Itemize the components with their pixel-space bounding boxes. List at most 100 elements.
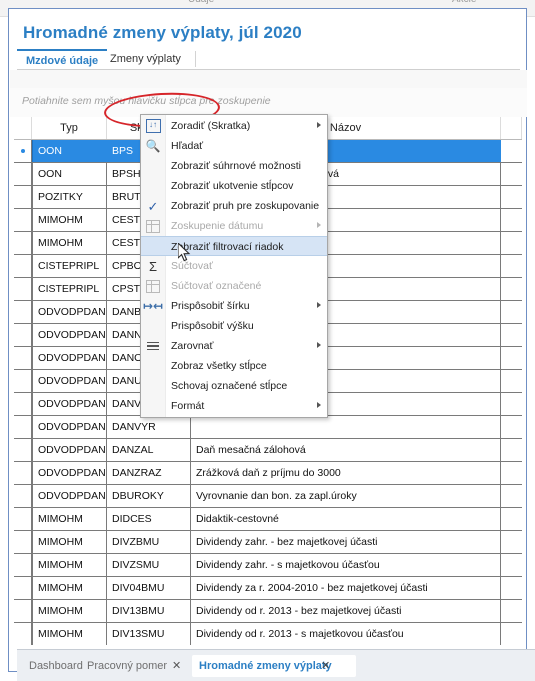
- row-indicator: [14, 324, 32, 346]
- cell-typ[interactable]: ODVODPDANE: [32, 462, 107, 484]
- cell-nazov[interactable]: Zrážková daň z príjmu do 3000: [191, 462, 501, 484]
- cell-nazov[interactable]: Didaktik-cestovné: [191, 508, 501, 530]
- table-row[interactable]: MIMOHM DIV04BMU Dividendy za r. 2004-2010 …: [14, 577, 522, 600]
- cell-typ[interactable]: ODVODPDANE: [32, 439, 107, 461]
- chevron-right-icon: [317, 402, 321, 408]
- cell-nazov[interactable]: Dividendy zahr. - s majetkovou účasťou: [191, 554, 501, 576]
- row-indicator: [14, 577, 32, 599]
- cell-skratka[interactable]: DANZAL: [107, 439, 191, 461]
- table-row[interactable]: ODVODPDANE DBUROKY Vyrovnanie dan bon. za …: [14, 485, 522, 508]
- menu-item-5[interactable]: ✓ Zobraziť pruh pre zoskupovanie: [141, 196, 327, 216]
- menu-item-10[interactable]: ↦↤ Prispôsobiť šírku: [141, 296, 327, 316]
- cell-skratka[interactable]: DIV13BMU: [107, 600, 191, 622]
- chevron-right-icon: [317, 122, 321, 128]
- cell-typ[interactable]: ODVODPDANE: [32, 393, 107, 415]
- cell-nazov[interactable]: Dividendy za r. 2004-2010 - bez majetkov…: [191, 577, 501, 599]
- cell-typ[interactable]: MIMOHM: [32, 577, 107, 599]
- cell-typ[interactable]: OON: [32, 140, 107, 162]
- menu-item-label: Zarovnať: [171, 340, 214, 352]
- ribbon-tab-akcie[interactable]: Akcie: [452, 0, 476, 5]
- cell-nazov[interactable]: Dividendy od r. 2013 - s majetkovou účas…: [191, 623, 501, 645]
- row-indicator: [14, 301, 32, 323]
- row-indicator: [14, 416, 32, 438]
- table-row[interactable]: MIMOHM DIDCES Didaktik-cestovné: [14, 508, 522, 531]
- ribbon-tab-udaje[interactable]: Údaje: [188, 0, 214, 5]
- menu-item-2[interactable]: 🔍 Hľadať: [141, 136, 327, 156]
- menu-item-14[interactable]: Schovaj označené stĺpce: [141, 376, 327, 396]
- cell-typ[interactable]: CISTEPRIPL: [32, 278, 107, 300]
- cell-typ[interactable]: ODVODPDANE: [32, 301, 107, 323]
- cell-nazov[interactable]: Vyrovnanie dan bon. za zapl.úroky: [191, 485, 501, 507]
- cell-typ[interactable]: MIMOHM: [32, 554, 107, 576]
- cell-skratka[interactable]: DANZRAZ: [107, 462, 191, 484]
- cell-typ[interactable]: ODVODPDANE: [32, 485, 107, 507]
- close-icon-hromadne-zmeny-vyplaty[interactable]: ✕: [321, 655, 330, 677]
- cell-nazov[interactable]: [191, 416, 501, 438]
- menu-item-4[interactable]: Zobraziť ukotvenie stĺpcov: [141, 176, 327, 196]
- cell-typ[interactable]: ODVODPDANE: [32, 324, 107, 346]
- cell-nazov[interactable]: Dividendy od r. 2013 - bez majetkovej úč…: [191, 600, 501, 622]
- menu-item-12[interactable]: Zarovnať: [141, 336, 327, 356]
- tab-zmeny-vyplaty[interactable]: Zmeny výplaty: [101, 49, 190, 69]
- cell-typ[interactable]: ODVODPDANE: [32, 416, 107, 438]
- bottom-tab-pracovny-pomer[interactable]: Pracovný pomer: [87, 655, 167, 677]
- cell-typ[interactable]: MIMOHM: [32, 232, 107, 254]
- cell-typ[interactable]: ODVODPDANE: [32, 370, 107, 392]
- cell-skratka[interactable]: DANVYR: [107, 416, 191, 438]
- group-by-panel[interactable]: Potiahnite sem myšou hlavičku stĺpca pre…: [10, 88, 527, 117]
- menu-item-13[interactable]: Zobraz všetky stĺpce: [141, 356, 327, 376]
- table-row[interactable]: MIMOHM DIVZBMU Dividendy zahr. - bez majet…: [14, 531, 522, 554]
- menu-item-15[interactable]: Formát: [141, 396, 327, 416]
- row-indicator: [14, 531, 32, 553]
- cell-skratka[interactable]: DIV04BMU: [107, 577, 191, 599]
- chevron-right-icon: [317, 302, 321, 308]
- cell-skratka[interactable]: DBUROKY: [107, 485, 191, 507]
- cell-typ[interactable]: MIMOHM: [32, 209, 107, 231]
- cell-typ[interactable]: MIMOHM: [32, 623, 107, 645]
- menu-item-label: Zobraziť ukotvenie stĺpcov: [171, 180, 294, 192]
- row-indicator: [14, 278, 32, 300]
- table-row[interactable]: ODVODPDANE DANZAL Daň mesačná zálohová: [14, 439, 522, 462]
- table-row[interactable]: MIMOHM DIV13SMU Dividendy od r. 2013 - s m…: [14, 623, 522, 645]
- toolbar-band: [10, 70, 527, 89]
- menu-item-1[interactable]: ↓↑ Zoradiť (Skratka): [141, 116, 327, 136]
- menu-item-7[interactable]: Zobraziť filtrovací riadok: [141, 236, 327, 256]
- table-row[interactable]: MIMOHM DIV13BMU Dividendy od r. 2013 - bez…: [14, 600, 522, 623]
- menu-item-label: Prispôsobiť výšku: [171, 320, 254, 332]
- bottom-tab-hromadne-zmeny-vyplaty[interactable]: Hromadné zmeny výplaty: [192, 655, 356, 677]
- bottom-tab-dashboard[interactable]: Dashboard: [29, 655, 83, 677]
- cell-skratka[interactable]: DIVZSMU: [107, 554, 191, 576]
- menu-item-11[interactable]: Prispôsobiť výšku: [141, 316, 327, 336]
- close-icon-pracovny-pomer[interactable]: ✕: [172, 655, 181, 677]
- cell-nazov[interactable]: Dividendy zahr. - bez majetkovej účasti: [191, 531, 501, 553]
- grid-icon: [145, 218, 161, 234]
- form-tabstrip: Mzdové údaje Zmeny výplaty: [17, 49, 520, 70]
- cell-typ[interactable]: POZITKY: [32, 186, 107, 208]
- cell-nazov[interactable]: Daň mesačná zálohová: [191, 439, 501, 461]
- table-row[interactable]: MIMOHM DIVZSMU Dividendy zahr. - s majetko…: [14, 554, 522, 577]
- column-header-context-menu[interactable]: ↓↑ Zoradiť (Skratka) 🔍 Hľadať Zobraziť súhrn…: [140, 114, 328, 418]
- cell-typ[interactable]: MIMOHM: [32, 600, 107, 622]
- row-indicator: [14, 186, 32, 208]
- cell-skratka[interactable]: DIDCES: [107, 508, 191, 530]
- cell-typ[interactable]: ODVODPDANE: [32, 347, 107, 369]
- table-row[interactable]: ODVODPDANE DANZRAZ Zrážková daň z príjmu d…: [14, 462, 522, 485]
- column-header-typ[interactable]: Typ: [32, 117, 107, 139]
- table-row[interactable]: ODVODPDANE DANVYR: [14, 416, 522, 439]
- row-indicator: [14, 232, 32, 254]
- chevron-right-icon: [317, 342, 321, 348]
- cell-skratka[interactable]: DIVZBMU: [107, 531, 191, 553]
- menu-item-label: Zobraz všetky stĺpce: [171, 360, 267, 372]
- cell-typ[interactable]: MIMOHM: [32, 508, 107, 530]
- tab-mzdove-udaje[interactable]: Mzdové údaje: [17, 49, 108, 69]
- cell-typ[interactable]: CISTEPRIPL: [32, 255, 107, 277]
- menu-item-label: Zobraziť pruh pre zoskupovanie: [171, 200, 320, 212]
- sigma-icon: Σ: [148, 258, 158, 274]
- cell-typ[interactable]: MIMOHM: [32, 531, 107, 553]
- row-indicator: [14, 462, 32, 484]
- fit-width-icon: ↦↤: [142, 299, 164, 313]
- cell-typ[interactable]: OON: [32, 163, 107, 185]
- menu-item-3[interactable]: Zobraziť súhrnové možnosti: [141, 156, 327, 176]
- grid-icon: [145, 278, 161, 294]
- cell-skratka[interactable]: DIV13SMU: [107, 623, 191, 645]
